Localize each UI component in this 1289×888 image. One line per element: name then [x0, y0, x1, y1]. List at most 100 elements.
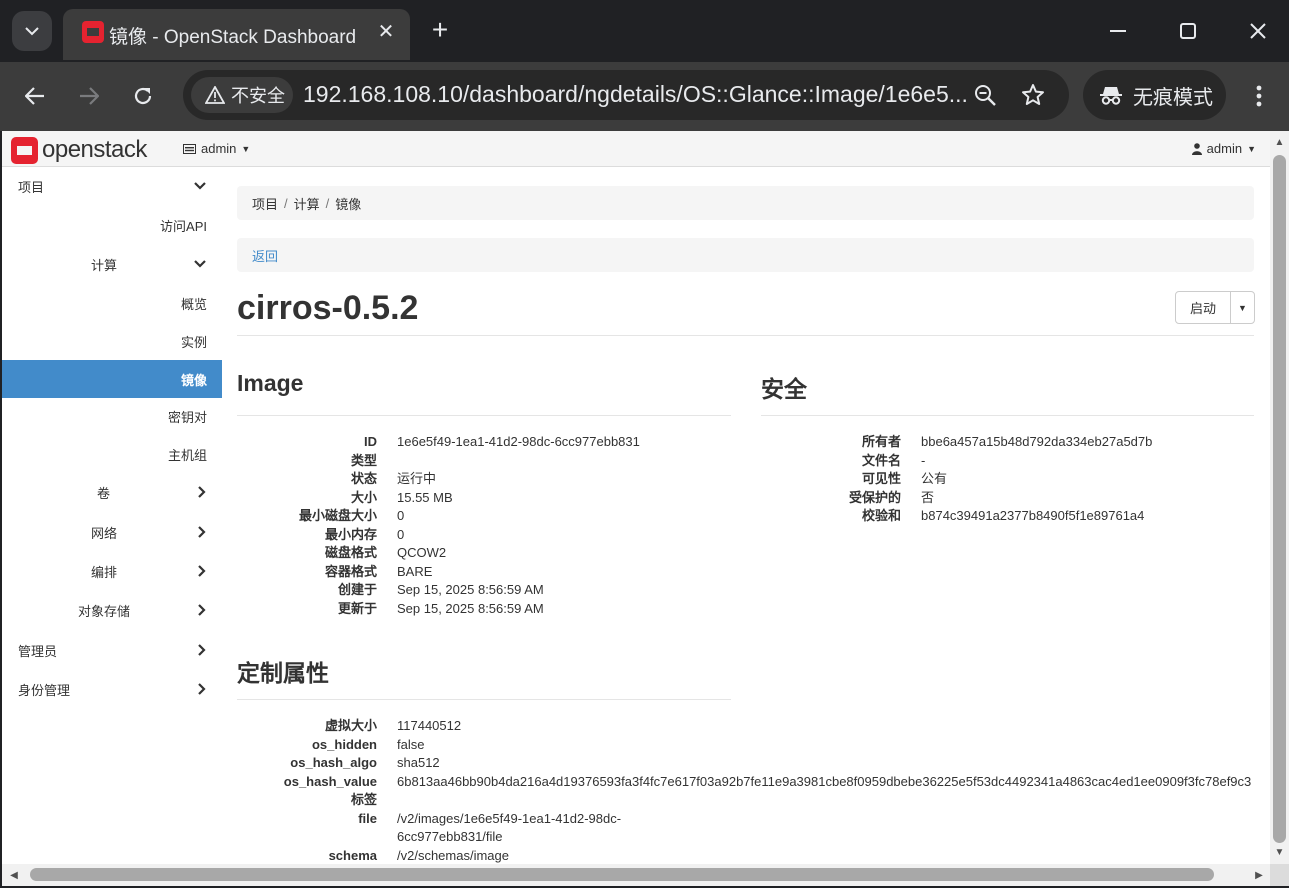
forward-button[interactable]: [69, 76, 109, 116]
reload-button[interactable]: [123, 76, 163, 116]
sidebar-item-project[interactable]: 项目: [2, 167, 222, 205]
sidebar-item-api-access[interactable]: 访问API: [2, 206, 207, 244]
arrow-left-icon: [25, 87, 44, 105]
user-dropdown[interactable]: admin ▼: [1191, 141, 1256, 156]
detail-label: 最小磁盘大小: [298, 508, 377, 523]
detail-row: 磁盘格式 QCOW2: [237, 544, 640, 563]
detail-label: os_hash_algo: [290, 755, 377, 770]
security-label: 不安全: [231, 86, 285, 106]
project-dropdown[interactable]: admin ▼: [183, 141, 250, 156]
scroll-right-arrow-icon[interactable]: ▶: [1253, 869, 1265, 881]
tab-search-button[interactable]: [12, 11, 52, 51]
caret-down-icon: ▼: [1247, 143, 1256, 154]
address-bar[interactable]: 不安全 192.168.108.10/dashboard/ngdetails/O…: [183, 70, 1069, 120]
url-text[interactable]: 192.168.108.10/dashboard/ngdetails/OS::G…: [303, 81, 968, 108]
window-close-button[interactable]: [1236, 12, 1280, 50]
scroll-left-arrow-icon[interactable]: ◀: [8, 869, 20, 881]
title-divider: [237, 335, 1254, 336]
detail-label: 创建于: [337, 582, 377, 597]
sidebar-item-images[interactable]: 镜像: [2, 360, 222, 398]
detail-value: /v2/images/1e6e5f49-1ea1-41d2-98dc-6cc97…: [397, 810, 622, 845]
maximize-icon: [1180, 23, 1196, 39]
security-details-list: 所有者 bbe6a457a15b48d792da334eb27a5d7b 文件名 - 可…: [761, 433, 1152, 526]
launch-button[interactable]: 启动: [1176, 292, 1231, 323]
detail-row: 更新于 Sep 15, 2025 8:56:59 AM: [237, 600, 640, 619]
detail-row: 受保护的 否: [761, 489, 1152, 508]
sidebar-item-label: 编排: [91, 564, 118, 580]
more-vertical-icon: [1256, 85, 1262, 107]
sidebar-item-server-groups[interactable]: 主机组: [2, 435, 207, 473]
sidebar-item-key-pairs[interactable]: 密钥对: [2, 397, 207, 435]
detail-value: -: [921, 452, 926, 468]
detail-row: 最小磁盘大小 0: [237, 507, 640, 526]
openstack-logo[interactable]: openstack: [11, 136, 147, 164]
sidebar-item-overview[interactable]: 概览: [2, 284, 207, 322]
chevron-right-icon: [198, 526, 206, 538]
reload-icon: [134, 87, 152, 105]
back-button[interactable]: [15, 76, 55, 116]
detail-row: 所有者 bbe6a457a15b48d792da334eb27a5d7b: [761, 433, 1152, 452]
sidebar-item-volumes[interactable]: 卷: [97, 473, 222, 511]
browser-tab-active[interactable]: 镜像 - OpenStack Dashboard ✕: [63, 9, 410, 60]
detail-label: 磁盘格式: [324, 545, 377, 560]
tab-close-icon[interactable]: ✕: [373, 18, 399, 44]
detail-row: 创建于 Sep 15, 2025 8:56:59 AM: [237, 581, 640, 600]
section-divider: [761, 415, 1254, 416]
scrollbar-corner: [1270, 864, 1289, 886]
chevron-down-icon: [194, 182, 206, 190]
user-label: admin: [1206, 141, 1243, 156]
incognito-indicator[interactable]: 无痕模式: [1083, 70, 1226, 120]
detail-value: BARE: [397, 563, 433, 579]
new-tab-button[interactable]: +: [424, 14, 456, 46]
sidebar-item-instances[interactable]: 实例: [2, 322, 207, 360]
section-divider: [237, 699, 731, 700]
detail-label: file: [358, 810, 377, 826]
back-bar: 返回: [237, 238, 1254, 272]
detail-label: os_hash_value: [283, 773, 377, 789]
openstack-navbar: openstack admin ▼ admin ▼: [2, 131, 1270, 167]
minimize-icon: [1110, 30, 1126, 32]
detail-row: 容器格式 BARE: [237, 563, 640, 582]
breadcrumb: 项目 / 计算 / 镜像: [237, 186, 1254, 220]
detail-row: 虚拟大小 117440512: [237, 717, 1251, 736]
sidebar-item-label: 主机组: [167, 447, 207, 463]
detail-label: 文件名: [861, 452, 901, 468]
detail-value: QCOW2: [397, 545, 447, 560]
scroll-up-arrow-icon[interactable]: ▲: [1274, 137, 1285, 148]
sidebar-item-network[interactable]: 网络: [91, 513, 222, 551]
detail-row: ID 1e6e5f49-1ea1-41d2-98dc-6cc977ebb831: [237, 433, 640, 452]
maximize-button[interactable]: [1166, 12, 1210, 50]
detail-value: 1e6e5f49-1ea1-41d2-98dc-6cc977ebb831: [397, 434, 640, 449]
detail-value: 15.55 MB: [397, 489, 453, 505]
zoom-icon[interactable]: [969, 79, 1001, 111]
sidebar-item-identity[interactable]: 身份管理: [2, 670, 222, 708]
sidebar-item-object-store[interactable]: 对象存储: [78, 591, 222, 629]
breadcrumb-item-compute[interactable]: 计算: [294, 194, 320, 213]
vertical-scroll-thumb[interactable]: [1273, 155, 1286, 843]
actions-dropdown-toggle[interactable]: ▼: [1231, 292, 1254, 323]
minimize-button[interactable]: [1096, 12, 1140, 50]
custom-properties-list: 虚拟大小 117440512 os_hidden false os_hash_algo s…: [237, 717, 1251, 864]
horizontal-scroll-thumb[interactable]: [30, 868, 1214, 881]
sidebar-item-label: 管理员: [18, 643, 58, 659]
detail-value: Sep 15, 2025 8:56:59 AM: [397, 600, 544, 616]
vertical-scrollbar[interactable]: ▲ ▼: [1270, 131, 1289, 864]
detail-row: 标签: [237, 791, 1251, 810]
bookmark-star-icon[interactable]: [1017, 79, 1049, 111]
sidebar-item-label: 卷: [97, 485, 111, 501]
scroll-down-arrow-icon[interactable]: ▼: [1274, 847, 1285, 858]
project-label: admin: [201, 141, 237, 156]
security-indicator[interactable]: 不安全: [191, 77, 293, 113]
sidebar-item-label: 网络: [91, 525, 118, 541]
tab-title: 镜像 - OpenStack Dashboard: [109, 27, 357, 48]
server-icon: [183, 143, 196, 154]
detail-row: 可见性 公有: [761, 470, 1152, 489]
sidebar-item-orchestration[interactable]: 编排: [91, 552, 222, 590]
horizontal-scrollbar[interactable]: ◀ ▶: [2, 864, 1270, 886]
detail-label: 虚拟大小: [324, 718, 377, 733]
sidebar-item-admin[interactable]: 管理员: [2, 631, 222, 669]
back-link[interactable]: 返回: [252, 246, 278, 265]
breadcrumb-item-project[interactable]: 项目: [252, 194, 278, 213]
browser-menu-button[interactable]: [1243, 76, 1275, 116]
sidebar-item-compute[interactable]: 计算: [91, 245, 222, 283]
